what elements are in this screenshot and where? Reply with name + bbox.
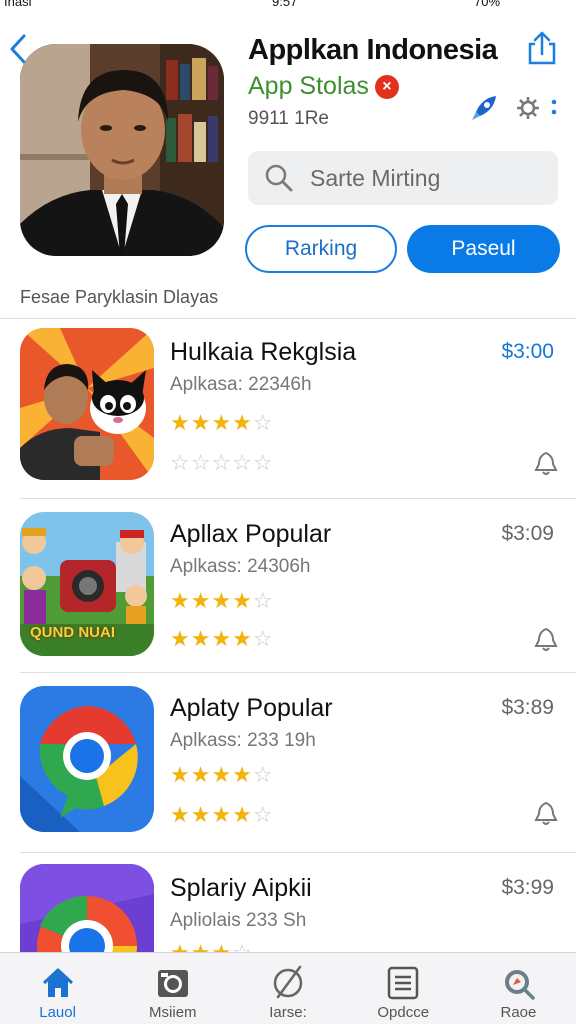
gear-icon[interactable]	[516, 96, 540, 120]
status-time: 9:57	[272, 0, 298, 9]
close-badge-icon[interactable]: ×	[374, 74, 399, 99]
app-price[interactable]: $3:09	[501, 522, 554, 546]
list-item[interactable]: Hulkaia Rekglsia $3:00 Aplkasa: 22346h ★…	[0, 318, 576, 494]
tab-camera[interactable]: Msiiem	[115, 953, 230, 1024]
app-icon-browser	[20, 686, 154, 832]
rating-count: 9911 1Re	[248, 108, 329, 129]
star-rating: ★★★★☆	[170, 588, 274, 613]
share-icon	[528, 31, 556, 65]
row-divider	[20, 852, 576, 853]
app-meta: Apliolais 233 Sh	[170, 910, 307, 931]
tab-label: Lauol	[39, 1004, 76, 1021]
app-meta: Aplkass: 233 19h	[170, 730, 316, 751]
app-icon-character	[20, 328, 154, 480]
app-price[interactable]: $3:99	[501, 876, 554, 900]
star-rating: ★★★★☆	[170, 762, 274, 787]
share-button[interactable]	[524, 30, 560, 66]
app-name: Splariy Aipkii	[170, 874, 312, 902]
app-name: Aplaty Popular	[170, 694, 333, 722]
compass-slash-icon	[273, 965, 303, 999]
tab-label: Raoe	[500, 1004, 537, 1021]
star-rating: ★★★★☆	[170, 410, 274, 435]
app-meta: Aplkasa: 22346h	[170, 374, 312, 395]
app-name: Hulkaia Rekglsia	[170, 338, 357, 366]
star-rating-secondary: ★★★★☆	[170, 626, 274, 651]
tab-documents[interactable]: Opdcce	[346, 953, 461, 1024]
tab-label: Msiiem	[149, 1004, 197, 1021]
row-divider	[20, 672, 576, 673]
search-input[interactable]	[310, 164, 530, 192]
tab-explore[interactable]: Iarse:	[230, 953, 345, 1024]
subtitle-row: App Stolas ×	[248, 72, 399, 101]
game-icon-text: QUND NUAI	[30, 624, 115, 641]
page-title: Applkan Indonesia	[248, 34, 498, 66]
popular-button[interactable]: Paseul	[407, 225, 560, 273]
rocket-icon[interactable]	[470, 94, 498, 122]
document-icon	[387, 966, 419, 1000]
tab-home[interactable]: Lauol	[0, 953, 115, 1024]
ranking-button[interactable]: Rarking	[245, 225, 397, 273]
bell-icon[interactable]	[534, 626, 558, 652]
star-rating-secondary: ☆☆☆☆☆	[170, 450, 274, 475]
app-price[interactable]: $3:89	[501, 696, 554, 720]
list-item[interactable]: QUND NUAI Apllax Popular $3:09 Aplkass: …	[0, 500, 576, 676]
app-name: Apllax Popular	[170, 520, 332, 548]
bell-icon[interactable]	[534, 800, 558, 826]
app-price[interactable]: $3:00	[501, 340, 554, 364]
section-caption: Fesae Paryklasin Dlayas	[20, 287, 219, 307]
hero-portrait-image	[20, 44, 224, 256]
status-bar: Inasi 9:57 70%	[0, 0, 576, 14]
list-item[interactable]: Splariy Aipkii $3:99 Apliolais 233 Sh ★★…	[0, 854, 576, 952]
store-subtitle: App Stolas	[248, 72, 369, 100]
app-icon-game: QUND NUAI	[20, 512, 154, 656]
more-dots-icon[interactable]	[549, 98, 559, 118]
app-meta: Aplkass: 24306h	[170, 556, 311, 577]
app-icon-browser-purple	[20, 864, 154, 952]
row-divider	[20, 498, 576, 499]
tab-label: Iarse:	[269, 1004, 307, 1021]
search-icon	[265, 164, 293, 192]
list-item[interactable]: Aplaty Popular $3:89 Aplkass: 233 19h ★★…	[0, 674, 576, 850]
tab-bar: Lauol Msiiem Iarse: Opdcce Raoe	[0, 952, 576, 1024]
bell-icon[interactable]	[534, 450, 558, 476]
star-rating-secondary: ★★★★☆	[170, 802, 274, 827]
status-battery: 70%	[474, 0, 501, 9]
search-icon	[505, 970, 536, 1000]
tab-label: Opdcce	[377, 1004, 430, 1021]
home-icon	[42, 968, 73, 997]
search-field[interactable]	[248, 151, 558, 205]
status-carrier: Inasi	[4, 0, 32, 9]
star-rating: ★★★☆	[170, 942, 253, 953]
tab-search[interactable]: Raoe	[461, 953, 576, 1024]
camera-icon	[157, 970, 188, 997]
